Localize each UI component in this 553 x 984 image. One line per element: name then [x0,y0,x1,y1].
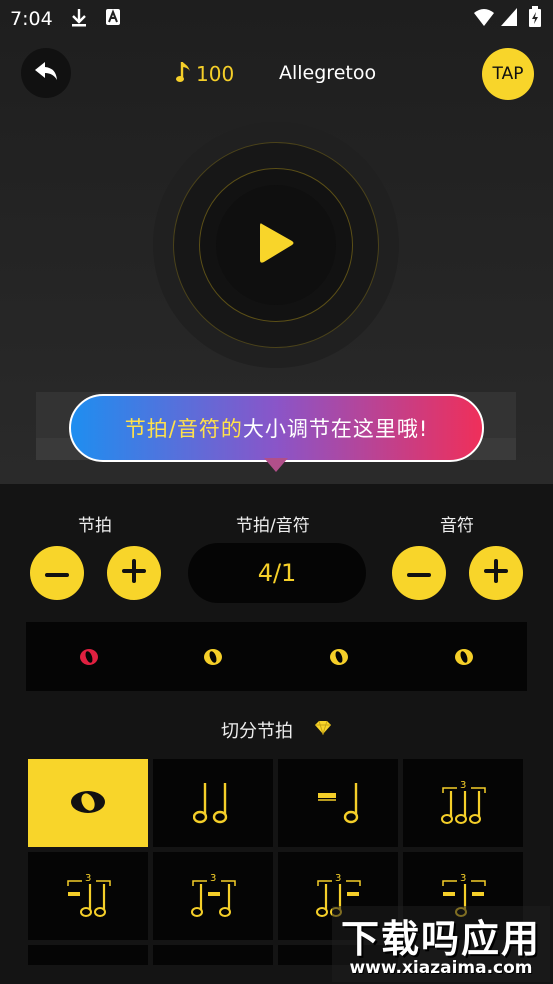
svg-text:3: 3 [460,780,466,791]
diamond-vip-icon [314,720,332,739]
ratio-display: 4/1 [188,543,366,603]
note-minus-button[interactable] [392,546,446,600]
tempo-name: Allegretoo [279,62,377,84]
rhythm-two-half-notes[interactable] [153,759,273,847]
signal-icon [500,7,518,31]
tap-button[interactable]: TAP [482,48,534,100]
font-app-icon [105,8,121,30]
tooltip-highlight: 节拍/音符的 [124,417,243,441]
tooltip-arrow [264,458,288,472]
rest-half-note-icon [316,781,360,829]
beat-plus-button[interactable] [107,546,161,600]
play-icon [256,220,296,270]
minus-icon [407,564,431,583]
tempo-value: 100 [196,62,235,86]
half-notes-icon [192,781,233,829]
svg-text:3: 3 [210,873,216,884]
triplet-rest-first-icon: 3 [66,872,112,924]
download-icon [70,8,88,32]
rhythm-triplet-rest-middle[interactable]: 3 [153,852,273,940]
beat-indicator-row [26,622,527,691]
beat-indicator[interactable] [328,646,350,668]
back-button[interactable] [21,48,71,98]
svg-text:3: 3 [335,873,341,884]
half-triplet-icon: 3 [441,779,487,831]
watermark-url: www.xiazaima.com [349,958,533,978]
svg-text:3: 3 [85,873,91,884]
triplet-rest-middle-icon: 3 [191,872,237,924]
beat-indicator[interactable] [202,646,224,668]
music-note-icon [176,60,192,88]
beat-label: 节拍 [78,516,112,536]
rhythm-rest-half-note[interactable] [278,759,398,847]
battery-icon [528,6,542,32]
ratio-label: 节拍/音符 [236,516,310,536]
guide-tooltip[interactable]: 节拍/音符的 大小调节在这里哦! [69,394,484,462]
beat-indicator-accent[interactable] [78,646,100,668]
minus-icon [45,564,69,583]
watermark: 下载吗应用 www.xiazaima.com [332,906,550,982]
back-arrow-icon [33,60,59,86]
note-plus-button[interactable] [469,546,523,600]
plus-icon [122,559,146,587]
note-label: 音符 [440,516,474,536]
status-time: 7:04 [10,8,53,30]
wifi-icon [473,7,495,31]
plus-icon [484,559,508,587]
rhythm-whole-note[interactable] [28,759,148,847]
rhythm-cell-partial[interactable] [153,945,273,965]
tooltip-text: 大小调节在这里哦! [242,417,429,441]
rhythm-half-note-triplet[interactable]: 3 [403,759,523,847]
rhythm-triplet-rest-first[interactable]: 3 [28,852,148,940]
beat-indicator[interactable] [453,646,475,668]
tempo-display: 100 [176,60,234,88]
status-bar: 7:04 [0,0,553,38]
rhythm-cell-partial[interactable] [28,945,148,965]
whole-note-icon [70,789,106,819]
syncopation-title: 切分节拍 [221,721,293,742]
beat-minus-button[interactable] [30,546,84,600]
svg-text:3: 3 [460,873,466,884]
watermark-title: 下载吗应用 [340,917,541,961]
play-button[interactable] [216,185,336,305]
